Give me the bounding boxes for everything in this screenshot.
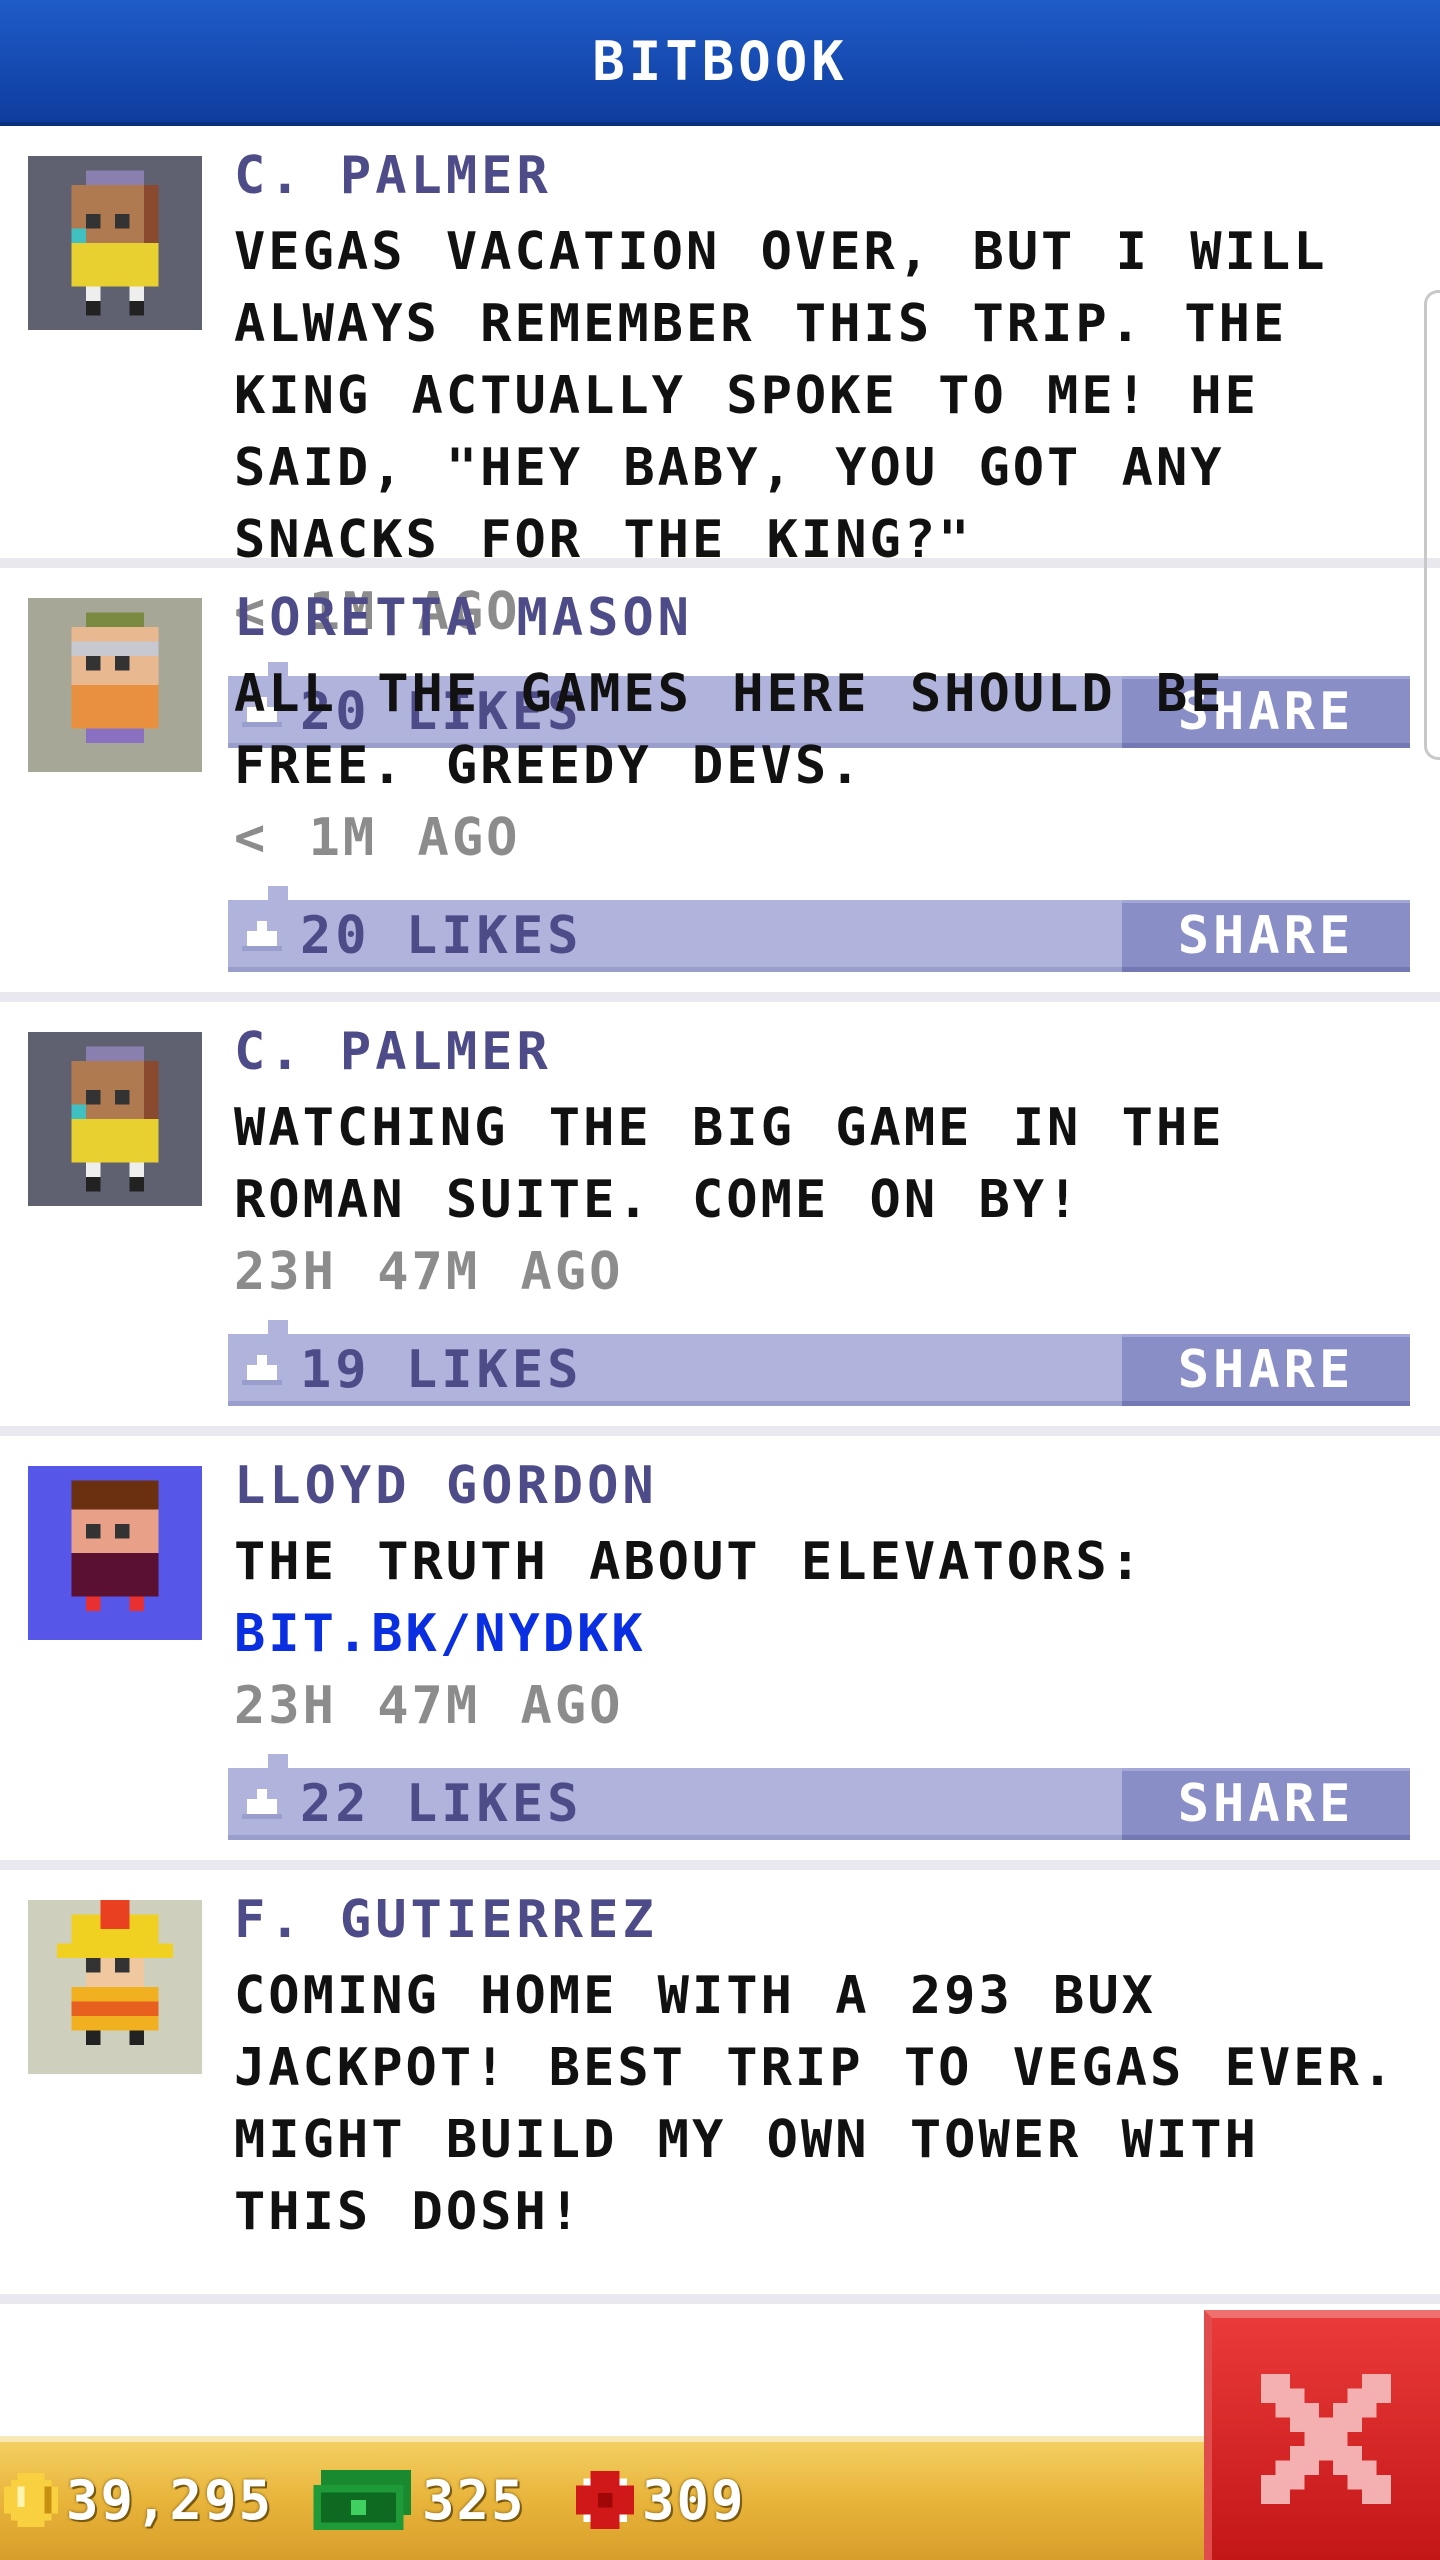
avatar-lloyd-icon bbox=[28, 1466, 202, 1640]
post-author[interactable]: C. PALMER bbox=[234, 1022, 552, 1082]
post-author[interactable]: F. GUTIERREZ bbox=[234, 1890, 658, 1950]
thumbs-up-icon bbox=[242, 921, 282, 951]
post-timestamp: 23H 47M AGO bbox=[234, 1242, 624, 1302]
like-button[interactable]: 22 LIKES bbox=[228, 1768, 1028, 1840]
coin-icon bbox=[4, 2473, 58, 2527]
token-icon bbox=[576, 2471, 634, 2529]
coins-stat: 39,295 bbox=[4, 2464, 273, 2536]
avatar[interactable] bbox=[28, 1900, 202, 2074]
avatar[interactable] bbox=[28, 1466, 202, 1640]
share-button[interactable]: SHARE bbox=[1122, 1768, 1410, 1840]
like-button[interactable]: 19 LIKES bbox=[228, 1334, 1028, 1406]
bux-bill-icon bbox=[313, 2470, 411, 2530]
feed-list[interactable]: C. PALMER VEGAS VACATION OVER, BUT I WIL… bbox=[0, 126, 1440, 2436]
post-timestamp: < 1M AGO bbox=[234, 808, 521, 868]
like-count: 19 LIKES bbox=[300, 1340, 583, 1400]
scroll-indicator[interactable] bbox=[1424, 290, 1440, 760]
feed-post: F. GUTIERREZ COMING HOME WITH A 293 BUX … bbox=[0, 1870, 1440, 2304]
bux-stat: 325 bbox=[310, 2464, 526, 2536]
like-count: 20 LIKES bbox=[300, 906, 583, 966]
coins-count: 39,295 bbox=[66, 2468, 274, 2532]
like-bar: 20 LIKES SHARE bbox=[228, 886, 1410, 972]
post-message: COMING HOME WITH A 293 BUX JACKPOT! BEST… bbox=[234, 1960, 1424, 2248]
post-text: COMING HOME WITH A 293 BUX JACKPOT! BEST… bbox=[234, 1966, 1397, 2242]
post-text: THE TRUTH ABOUT ELEVATORS: bbox=[234, 1532, 1144, 1592]
like-bar: 19 LIKES SHARE bbox=[228, 1320, 1410, 1406]
close-x-icon bbox=[1261, 2374, 1391, 2504]
like-button[interactable]: 20 LIKES bbox=[228, 900, 1028, 972]
post-text: ALL THE GAMES HERE SHOULD BE FREE. GREED… bbox=[234, 664, 1225, 796]
thumbs-up-icon bbox=[242, 1789, 282, 1819]
post-author[interactable]: LORETTA MASON bbox=[234, 588, 693, 648]
avatar[interactable] bbox=[28, 156, 202, 330]
feed-post: C. PALMER VEGAS VACATION OVER, BUT I WIL… bbox=[0, 126, 1440, 748]
like-count: 22 LIKES bbox=[300, 1774, 583, 1834]
bux-count: 325 bbox=[422, 2468, 526, 2532]
share-button[interactable]: SHARE bbox=[1122, 1334, 1410, 1406]
tokens-count: 309 bbox=[642, 2468, 746, 2532]
share-button[interactable]: SHARE bbox=[1122, 900, 1410, 972]
app-header: BITBOOK bbox=[0, 0, 1440, 126]
avatar-gutierrez-icon bbox=[28, 1900, 202, 2074]
thumbs-up-icon bbox=[242, 1355, 282, 1385]
avatar[interactable] bbox=[28, 598, 202, 772]
avatar-palmer-icon bbox=[28, 1032, 202, 1206]
app-title: BITBOOK bbox=[592, 29, 848, 93]
avatar-palmer-icon bbox=[28, 156, 202, 330]
post-text: VEGAS VACATION OVER, BUT I WILL ALWAYS R… bbox=[234, 222, 1328, 570]
feed-post: LORETTA MASON ALL THE GAMES HERE SHOULD … bbox=[0, 568, 1440, 1002]
post-text: WATCHING THE BIG GAME IN THE ROMAN SUITE… bbox=[234, 1098, 1225, 1230]
tokens-stat: 309 bbox=[576, 2464, 746, 2536]
post-message: THE TRUTH ABOUT ELEVATORS: BIT.BK/NYDKK … bbox=[234, 1526, 1424, 1742]
avatar-loretta-icon bbox=[28, 598, 202, 772]
post-author[interactable]: LLOYD GORDON bbox=[234, 1456, 658, 1516]
post-message: ALL THE GAMES HERE SHOULD BE FREE. GREED… bbox=[234, 658, 1424, 874]
avatar[interactable] bbox=[28, 1032, 202, 1206]
feed-post: C. PALMER WATCHING THE BIG GAME IN THE R… bbox=[0, 1002, 1440, 1436]
post-message: WATCHING THE BIG GAME IN THE ROMAN SUITE… bbox=[234, 1092, 1424, 1308]
feed-post: LLOYD GORDON THE TRUTH ABOUT ELEVATORS: … bbox=[0, 1436, 1440, 1870]
post-link[interactable]: BIT.BK/NYDKK bbox=[234, 1598, 1424, 1670]
post-author[interactable]: C. PALMER bbox=[234, 146, 552, 206]
post-timestamp: 23H 47M AGO bbox=[234, 1676, 624, 1736]
close-button[interactable] bbox=[1204, 2310, 1440, 2560]
like-bar: 22 LIKES SHARE bbox=[228, 1754, 1410, 1840]
